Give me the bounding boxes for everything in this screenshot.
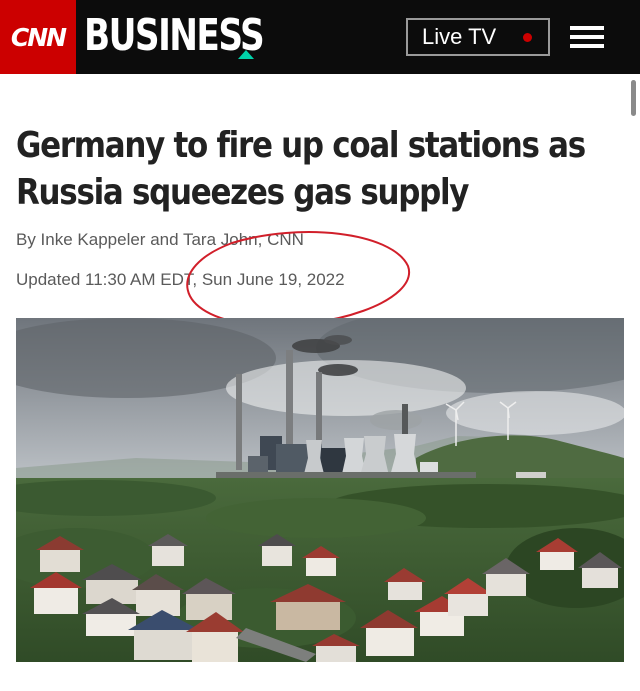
live-dot-icon [523, 33, 532, 42]
power-station-image [16, 318, 624, 662]
hamburger-menu-icon[interactable] [570, 26, 604, 50]
byline: By Inke Kappeler and Tara John, CNN [16, 230, 304, 249]
article-headline: Germany to fire up coal stations as Russ… [16, 122, 586, 216]
menu-bar [570, 35, 604, 39]
live-tv-button[interactable]: Live TV [406, 18, 550, 56]
menu-bar [570, 44, 604, 48]
menu-bar [570, 26, 604, 30]
headline-line-1: Germany to fire up coal stations as [16, 125, 586, 166]
site-header: CNN BUSINESS Live TV [0, 0, 640, 74]
section-title[interactable]: BUSINESS [84, 8, 265, 64]
timestamp: Updated 11:30 AM EDT, Sun June 19, 2022 [16, 270, 345, 289]
cnn-logo[interactable]: CNN [0, 0, 76, 74]
article-photo[interactable] [16, 318, 624, 662]
cnn-logo-text: CNN [10, 22, 67, 52]
triangle-icon [238, 50, 254, 59]
live-tv-label: Live TV [422, 24, 497, 49]
scrollbar-thumb[interactable] [631, 80, 636, 116]
headline-line-2: Russia squeezes gas supply [16, 172, 469, 213]
